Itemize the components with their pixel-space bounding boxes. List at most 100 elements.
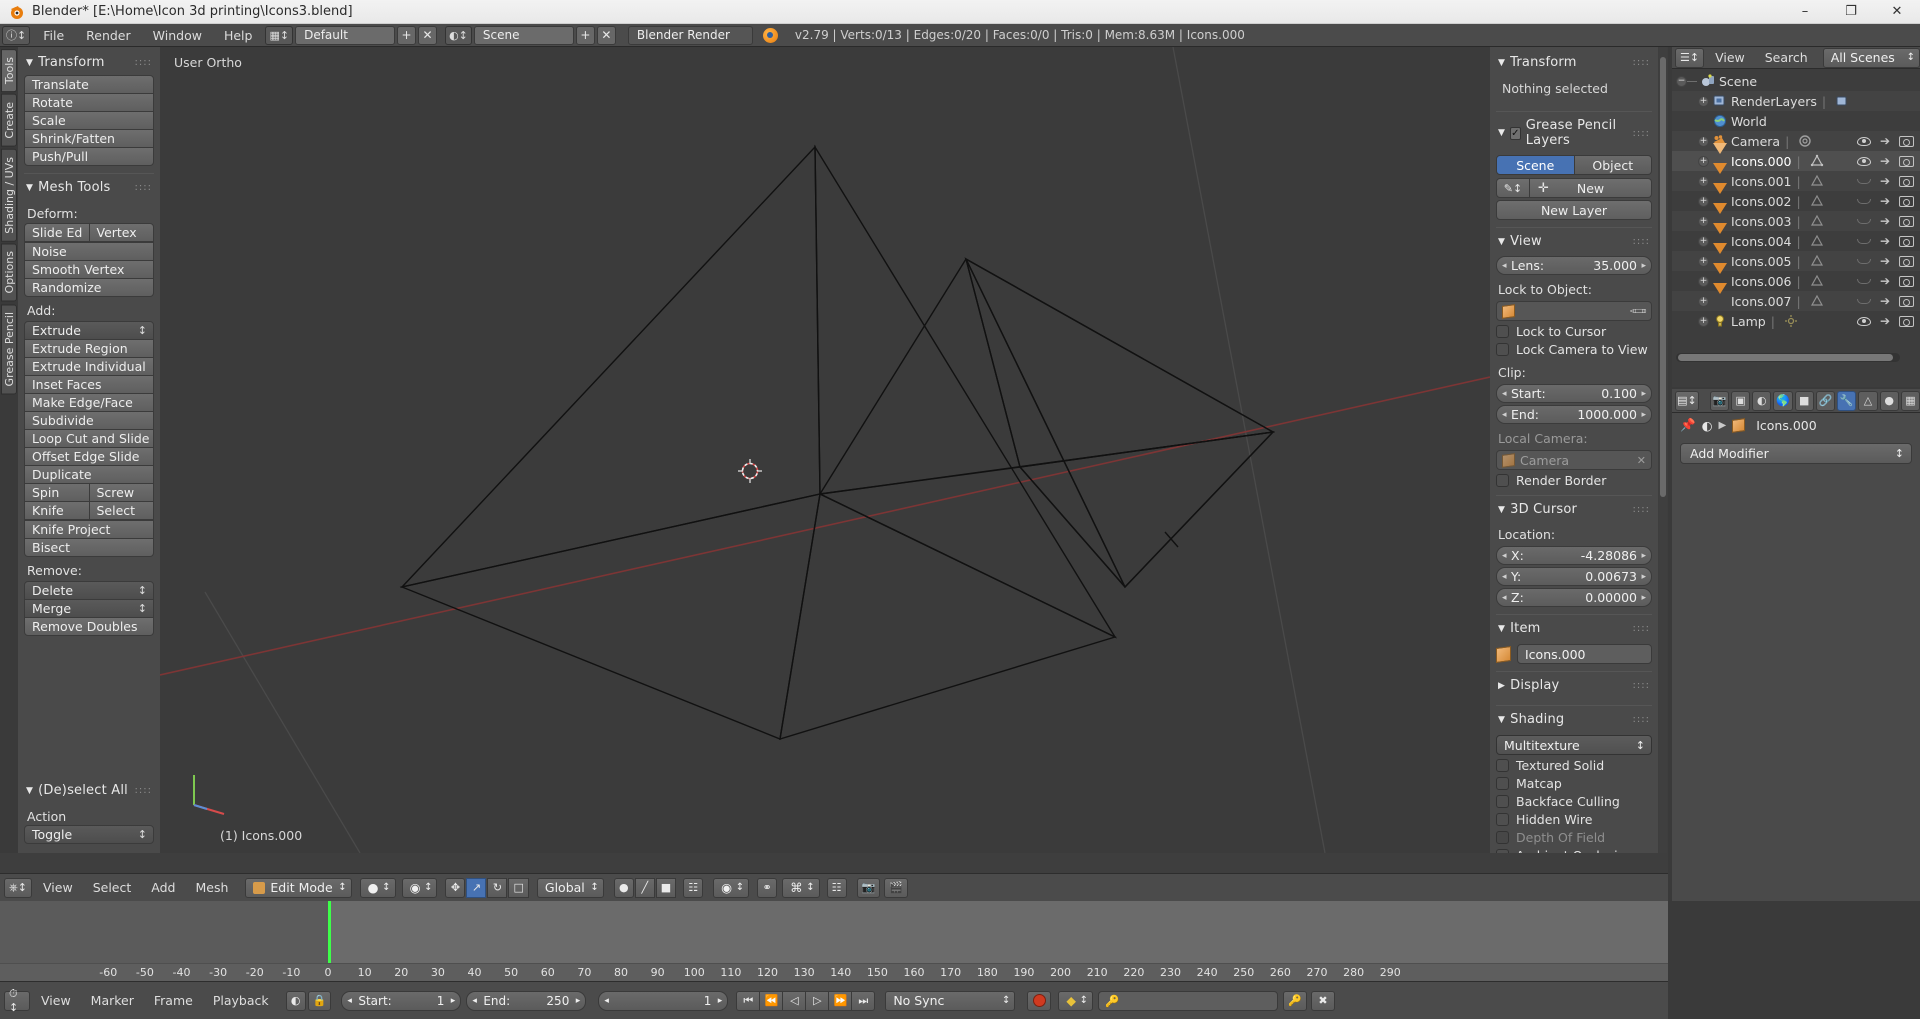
timeline-ruler[interactable]: -60 -50 -40 -30 -20 -10 0 10 20 30 40 50 60 70 80 90 100… xyxy=(0,963,1668,981)
outliner-row-icons-004[interactable]: + Icons.004 | ➔ xyxy=(1672,223,1920,251)
editor-type-timeline-icon[interactable]: ⏱↕ xyxy=(4,987,30,1014)
snap-element-selector[interactable]: ⌘ xyxy=(782,877,820,898)
delete-keyframe-button[interactable]: ✖ xyxy=(1310,990,1335,1011)
properties-tab-data[interactable]: △ xyxy=(1858,390,1878,411)
render-engine-selector[interactable]: Blender Render xyxy=(627,25,753,45)
outliner-row-renderlayers[interactable]: + RenderLayers | xyxy=(1672,91,1920,111)
jump-to-start-button[interactable]: ⏮ xyxy=(736,990,761,1011)
make-edge-face-button[interactable]: Make Edge/Face xyxy=(24,393,154,412)
tool-tab-grease-pencil[interactable]: Grease Pencil xyxy=(1,303,17,395)
restrict-select-icon[interactable]: ➔ xyxy=(1880,154,1890,168)
restrict-select-icon[interactable]: ➔ xyxy=(1880,254,1890,268)
restrict-view-icon[interactable] xyxy=(1856,238,1871,244)
manipulator-translate-button[interactable]: ↗ xyxy=(466,877,487,898)
3d-view-canvas[interactable]: User Ortho (1) Icons.000 xyxy=(160,47,1490,853)
scrollbar-thumb[interactable] xyxy=(1678,354,1894,361)
scale-button[interactable]: Scale xyxy=(24,111,154,130)
restrict-render-icon[interactable] xyxy=(1899,155,1914,167)
minimize-button[interactable]: – xyxy=(1782,0,1828,24)
noise-button[interactable]: Noise xyxy=(24,242,154,261)
restrict-select-icon[interactable]: ➔ xyxy=(1880,194,1890,208)
outliner-row-icons-007[interactable]: + Icons.007 | ➔ xyxy=(1672,283,1920,311)
lock-to-cursor-checkbox[interactable]: Lock to Cursor xyxy=(1496,324,1652,339)
restrict-render-icon[interactable] xyxy=(1899,135,1914,147)
snap-target-button[interactable]: ☷ xyxy=(826,877,847,898)
menu-file[interactable]: File xyxy=(32,25,75,46)
tool-tab-options[interactable]: Options xyxy=(1,243,17,302)
editor-type-outliner-icon[interactable]: ☰↕ xyxy=(1675,47,1705,68)
expand-toggle-icon[interactable]: + xyxy=(1698,195,1709,207)
gp-object-toggle[interactable]: Object xyxy=(1574,155,1652,175)
slide-vertex-button[interactable]: Vertex xyxy=(88,223,154,242)
textured-solid-checkbox[interactable]: Textured Solid xyxy=(1496,758,1652,773)
tool-tab-create[interactable]: Create xyxy=(1,94,17,147)
restrict-view-icon[interactable] xyxy=(1856,298,1871,304)
outliner-row-icons-002[interactable]: + Icons.002 | ➔ xyxy=(1672,183,1920,211)
timeline-menu-view[interactable]: View xyxy=(32,990,80,1012)
clip-start-field[interactable]: Start: 0.100 xyxy=(1496,384,1652,403)
restrict-select-icon[interactable]: ➔ xyxy=(1880,234,1890,248)
expand-toggle-icon[interactable]: + xyxy=(1698,235,1709,247)
merge-dropdown[interactable]: Merge xyxy=(24,599,154,618)
current-frame-field[interactable]: 1 xyxy=(598,990,729,1011)
knife-select-button[interactable]: Select xyxy=(88,501,154,520)
transform-orientation-selector[interactable]: Global xyxy=(536,877,604,898)
collapse-toggle-icon[interactable]: − xyxy=(1676,75,1687,87)
restrict-view-icon[interactable] xyxy=(1856,278,1871,284)
restrict-render-icon[interactable] xyxy=(1899,315,1914,327)
restrict-select-icon[interactable]: ➔ xyxy=(1880,314,1890,328)
manipulator-toggle-button[interactable]: ✥ xyxy=(445,877,466,898)
properties-tab-constraints[interactable]: 🔗 xyxy=(1815,390,1836,411)
tool-tab-tools[interactable]: Tools xyxy=(1,49,17,93)
scene-selector[interactable]: Scene xyxy=(473,25,574,45)
rotate-button[interactable]: Rotate xyxy=(24,93,154,112)
expand-toggle-icon[interactable]: + xyxy=(1698,155,1709,167)
deselect-all-panel-header[interactable]: ▼ (De)select All :::: xyxy=(24,782,154,803)
outliner-menu-view[interactable]: View xyxy=(1706,47,1754,69)
shading-panel-header[interactable]: ▼ Shading :::: xyxy=(1496,708,1652,732)
vp-menu-view[interactable]: View xyxy=(34,877,82,899)
hidden-wire-checkbox[interactable]: Hidden Wire xyxy=(1496,812,1652,827)
extrude-dropdown[interactable]: Extrude xyxy=(24,321,154,340)
render-border-checkbox[interactable]: Render Border xyxy=(1496,473,1652,488)
outliner-row-lamp[interactable]: + Lamp | ➔ xyxy=(1672,311,1920,331)
extrude-individual-button[interactable]: Extrude Individual xyxy=(24,357,154,376)
properties-tab-texture[interactable]: ▦ xyxy=(1900,390,1920,411)
vp-menu-select[interactable]: Select xyxy=(84,877,141,899)
screen-layout-selector[interactable]: Default xyxy=(295,25,396,45)
limit-selection-visible-button[interactable]: ☷ xyxy=(683,877,704,898)
restrict-render-icon[interactable] xyxy=(1899,295,1914,307)
subdivide-button[interactable]: Subdivide xyxy=(24,411,154,430)
bisect-button[interactable]: Bisect xyxy=(24,538,154,557)
expand-toggle-icon[interactable]: + xyxy=(1698,135,1709,147)
delete-scene-button[interactable]: ✕ xyxy=(596,25,616,45)
face-select-mode-button[interactable]: ■ xyxy=(655,877,677,898)
restrict-select-icon[interactable]: ➔ xyxy=(1880,294,1890,308)
properties-tab-renderlayers[interactable]: ▣ xyxy=(1730,390,1751,411)
lock-camera-to-view-checkbox[interactable]: Lock Camera to View xyxy=(1496,342,1652,357)
end-frame-field[interactable]: End: 250 xyxy=(466,990,587,1011)
timeline-track[interactable] xyxy=(0,901,1668,963)
restrict-render-icon[interactable] xyxy=(1899,255,1914,267)
restrict-select-icon[interactable]: ➔ xyxy=(1880,174,1890,188)
smooth-vertex-button[interactable]: Smooth Vertex xyxy=(24,260,154,279)
properties-tab-modifiers[interactable]: 🔧 xyxy=(1837,390,1857,411)
action-toggle-dropdown[interactable]: Toggle xyxy=(24,825,154,844)
outliner-display-mode-selector[interactable]: All Scenes xyxy=(1822,47,1920,68)
restrict-render-icon[interactable] xyxy=(1899,215,1914,227)
knife-project-button[interactable]: Knife Project xyxy=(24,520,154,539)
randomize-button[interactable]: Randomize xyxy=(24,278,154,297)
shading-method-dropdown[interactable]: Multitexture xyxy=(1496,735,1652,755)
gp-new-button[interactable]: ✛ New xyxy=(1530,178,1652,198)
cursor-z-field[interactable]: Z: 0.00000 xyxy=(1496,588,1652,607)
item-name-field[interactable]: Icons.000 xyxy=(1517,644,1652,664)
extrude-region-button[interactable]: Extrude Region xyxy=(24,339,154,358)
outliner-row-icons-003[interactable]: + Icons.003 | ➔ xyxy=(1672,203,1920,231)
vertex-select-mode-button[interactable]: ● xyxy=(613,877,634,898)
pin-icon[interactable]: 📌 xyxy=(1680,417,1696,433)
outliner-row-camera[interactable]: + Camera | ➔ xyxy=(1672,131,1920,151)
restrict-view-icon[interactable] xyxy=(1856,178,1871,184)
properties-tab-world[interactable]: 🌎 xyxy=(1773,390,1793,411)
translate-button[interactable]: Translate xyxy=(24,75,154,94)
ambient-occlusion-checkbox[interactable]: Ambient Occlusion xyxy=(1496,848,1652,853)
